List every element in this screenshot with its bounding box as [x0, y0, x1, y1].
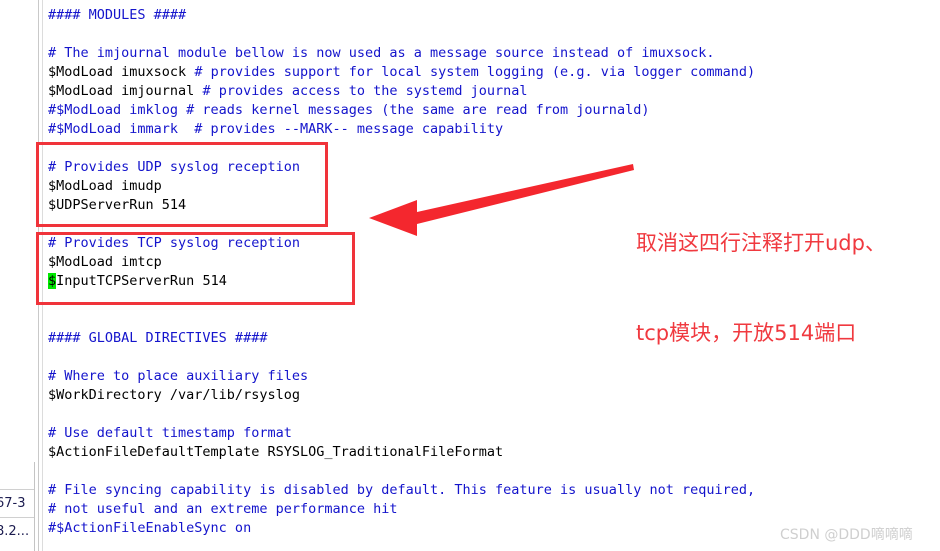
- code-comment: # Where to place auxiliary files: [48, 368, 309, 384]
- code-comment: # Provides UDP syslog reception: [48, 159, 300, 175]
- editor-gutter-rule-left: [38, 0, 39, 551]
- code-comment: # provides support for local system logg…: [194, 64, 756, 80]
- annotation-note-line-2: tcp模块，开放514端口: [636, 321, 857, 345]
- code-line[interactable]: $ActionFileDefaultTemplate RSYSLOG_Tradi…: [48, 443, 928, 462]
- code-directive: $ActionFileDefaultTemplate RSYSLOG_Tradi…: [48, 444, 504, 460]
- code-comment: #$ModLoad imklog # reads kernel messages…: [48, 102, 650, 118]
- corner-table[interactable]: 67-3 8.2...: [0, 462, 35, 551]
- code-comment: # File syncing capability is disabled by…: [48, 482, 756, 498]
- code-comment: #$ModLoad immark # provides --MARK-- mes…: [48, 121, 504, 137]
- annotation-note: 取消这四行注释打开udp、 tcp模块，开放514端口: [636, 168, 936, 408]
- code-comment: # Provides TCP syslog reception: [48, 235, 300, 251]
- annotation-note-line-1: 取消这四行注释打开udp、: [636, 231, 886, 255]
- code-comment: #### MODULES ####: [48, 7, 187, 23]
- code-line[interactable]: #$ModLoad imklog # reads kernel messages…: [48, 101, 928, 120]
- code-comment: # provides access to the systemd journal: [202, 83, 528, 99]
- code-directive: InputTCPServerRun 514: [56, 273, 227, 289]
- corner-table-row[interactable]: 67-3: [0, 490, 34, 517]
- code-line[interactable]: # The imjournal module bellow is now use…: [48, 44, 928, 63]
- code-comment: # Use default timestamp format: [48, 425, 292, 441]
- code-directive: $ModLoad imjournal: [48, 83, 203, 99]
- code-comment: #$ActionFileEnableSync on: [48, 520, 252, 536]
- code-line[interactable]: [48, 462, 928, 481]
- code-line[interactable]: # Use default timestamp format: [48, 424, 928, 443]
- code-line[interactable]: # File syncing capability is disabled by…: [48, 481, 928, 500]
- cursor-highlight: $: [48, 273, 57, 289]
- code-line[interactable]: $ModLoad imjournal # provides access to …: [48, 82, 928, 101]
- code-editor-pane[interactable]: #### MODULES #### # The imjournal module…: [0, 0, 940, 551]
- code-line[interactable]: # not useful and an extreme performance …: [48, 500, 928, 519]
- code-directive: $ModLoad imudp: [48, 178, 162, 194]
- code-line[interactable]: #### MODULES ####: [48, 6, 928, 25]
- code-comment: # not useful and an extreme performance …: [48, 501, 398, 517]
- code-directive: $ModLoad imuxsock: [48, 64, 195, 80]
- code-directive: $UDPServerRun 514: [48, 197, 187, 213]
- csdn-watermark: CSDN @DDD嘀嘀嘀: [780, 527, 913, 543]
- code-line[interactable]: [48, 139, 928, 158]
- editor-gutter-rule-right: [42, 0, 43, 551]
- code-directive: $ModLoad imtcp: [48, 254, 162, 270]
- code-line[interactable]: #$ModLoad immark # provides --MARK-- mes…: [48, 120, 928, 139]
- code-comment: #### GLOBAL DIRECTIVES ####: [48, 330, 268, 346]
- code-directive: $WorkDirectory /var/lib/rsyslog: [48, 387, 300, 403]
- corner-table-row[interactable]: 8.2...: [0, 518, 34, 545]
- code-line[interactable]: [48, 25, 928, 44]
- code-comment: # The imjournal module bellow is now use…: [48, 45, 715, 61]
- code-line[interactable]: $ModLoad imuxsock # provides support for…: [48, 63, 928, 82]
